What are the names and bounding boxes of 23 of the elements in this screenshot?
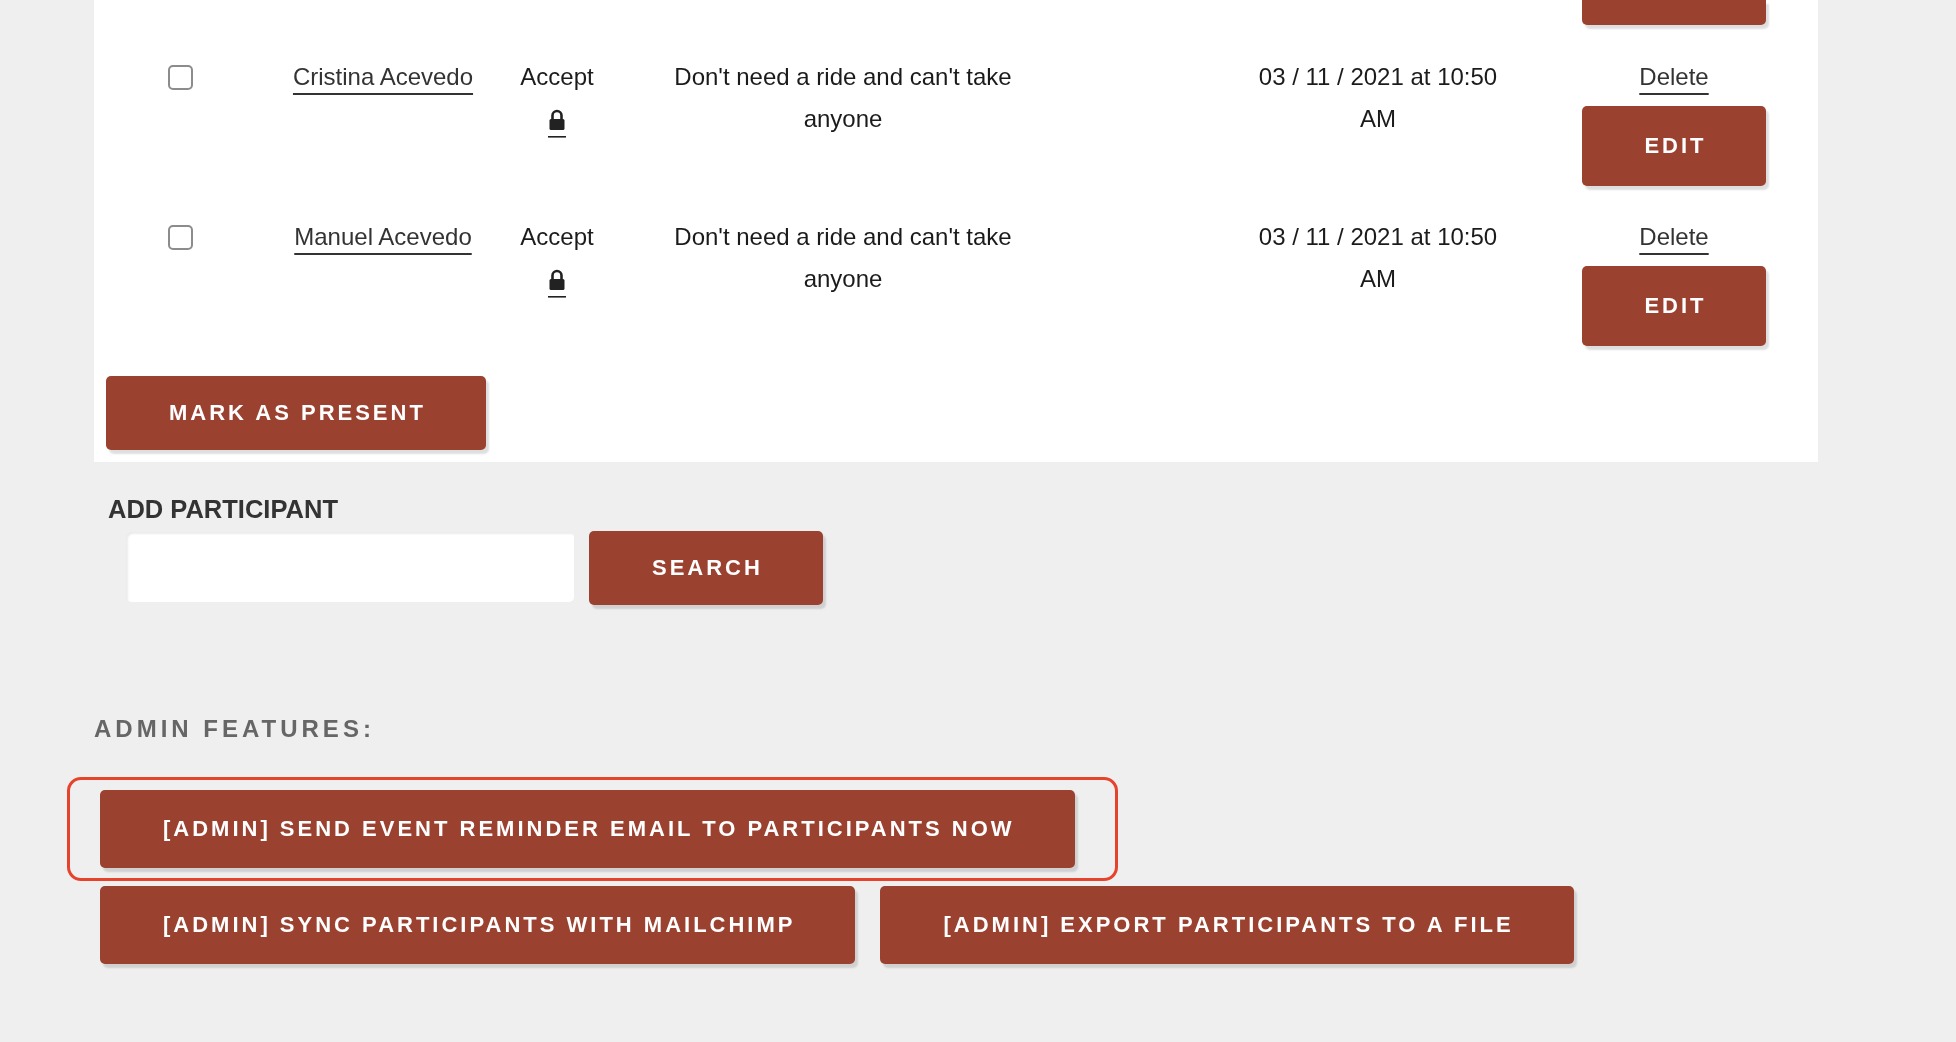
delete-link[interactable]: Delete bbox=[1639, 216, 1709, 258]
add-participant-heading: ADD PARTICIPANT bbox=[108, 497, 338, 521]
admin-action-button[interactable]: [ADMIN] EXPORT PARTICIPANTS TO A FILE bbox=[880, 886, 1574, 964]
admin-action-button[interactable]: [ADMIN] SEND EVENT REMINDER EMAIL TO PARTICIPANTS NOW bbox=[100, 790, 1075, 868]
delete-link[interactable]: Delete bbox=[1639, 56, 1709, 98]
date-text: 03 / 11 / 2021 at 10:50 AM bbox=[1257, 222, 1499, 294]
lock-icon[interactable] bbox=[548, 269, 566, 298]
checkbox[interactable] bbox=[167, 65, 193, 90]
note-text: Don't need a ride and can't take anyone bbox=[673, 222, 1013, 294]
admin-action-button[interactable]: [ADMIN] SYNC PARTICIPANTS WITH MAILCHIMP bbox=[100, 886, 856, 964]
edit-button[interactable]: EDIT bbox=[1582, 106, 1766, 186]
mark-as-present-button[interactable]: MARK AS PRESENT bbox=[106, 376, 486, 450]
participant-name-link[interactable]: Cristina Acevedo bbox=[292, 56, 474, 98]
response-text: Accept bbox=[520, 62, 594, 92]
checkbox[interactable] bbox=[167, 225, 193, 250]
note-text: Don't need a ride and can't take anyone bbox=[673, 62, 1013, 134]
response-text: Accept bbox=[520, 222, 594, 252]
lock-icon[interactable] bbox=[548, 109, 566, 138]
edit-button[interactable]: EDIT bbox=[1582, 266, 1766, 346]
participant-name-link[interactable]: Manuel Acevedo bbox=[294, 216, 472, 258]
date-text: 03 / 11 / 2021 at 10:50 AM bbox=[1257, 62, 1499, 134]
search-button[interactable]: SEARCH bbox=[589, 531, 823, 605]
admin-features-heading: ADMIN FEATURES: bbox=[94, 716, 375, 742]
